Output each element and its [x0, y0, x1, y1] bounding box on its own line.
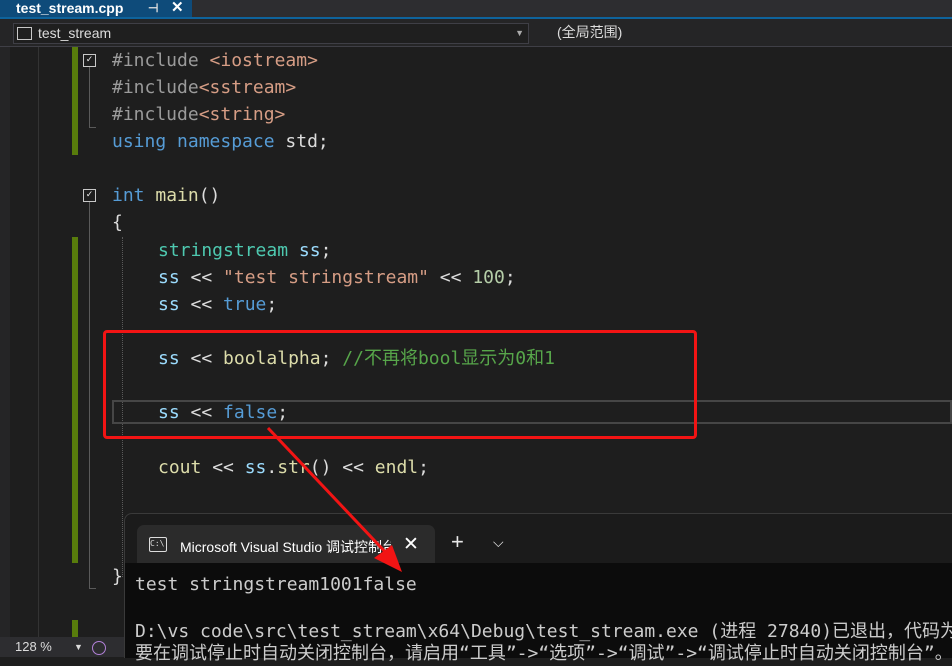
editor-status-bar: 128 % ▼ [0, 637, 124, 657]
annotation-arrow [266, 426, 402, 572]
zoom-level[interactable]: 128 % [15, 637, 52, 657]
intellicode-icon[interactable] [92, 641, 106, 655]
chevron-down-icon[interactable]: ▼ [74, 637, 83, 657]
